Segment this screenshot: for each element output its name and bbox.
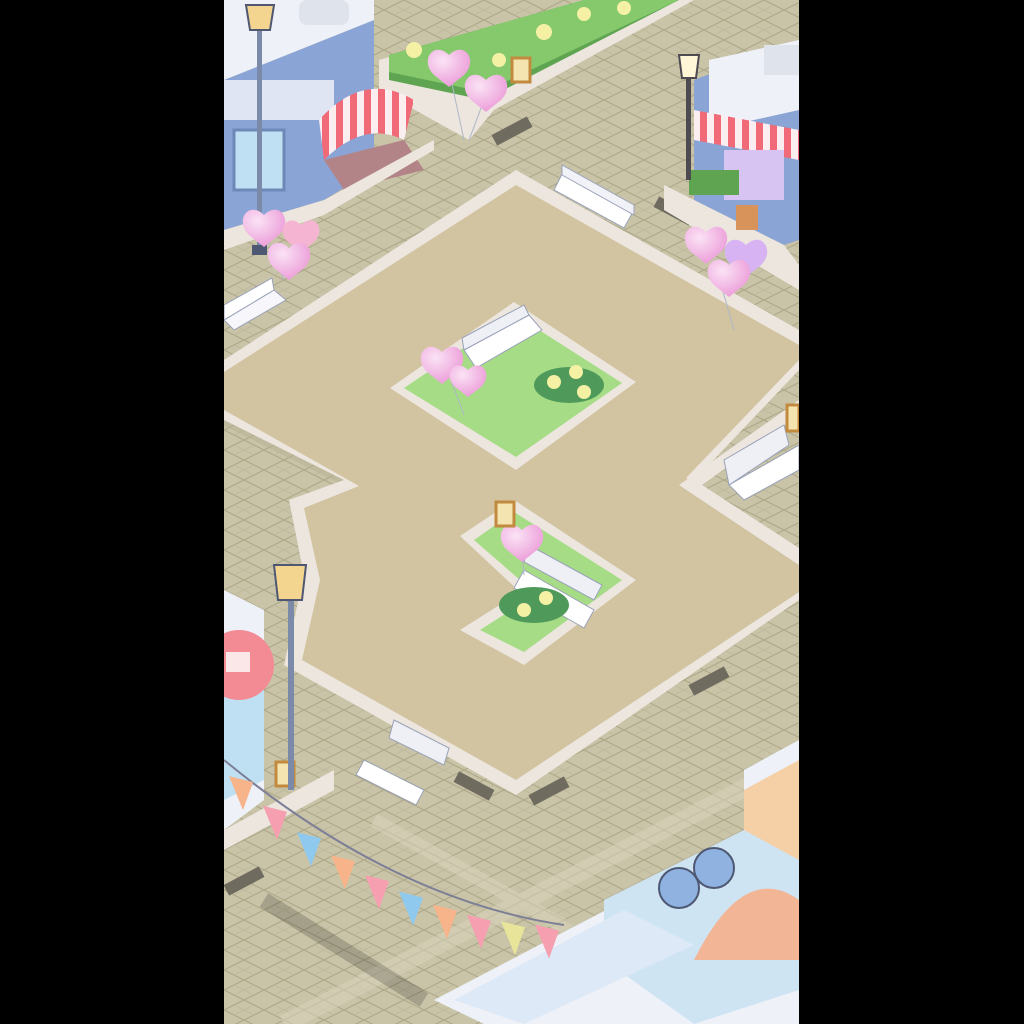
signboard-icon (494, 500, 516, 528)
rooftop-tank-icon (299, 0, 349, 25)
roof-fan-icon (658, 867, 700, 909)
letterbox-right (799, 0, 1024, 1024)
game-viewport[interactable] (224, 0, 799, 1024)
signboard-icon (785, 403, 799, 433)
ac-unit-icon (764, 45, 799, 75)
signboard-icon (510, 56, 532, 84)
flower-bed-lower (499, 587, 569, 623)
letterbox-left (0, 0, 224, 1024)
town-plaza-scene[interactable] (224, 0, 799, 1024)
roof-fan-icon (693, 847, 735, 889)
menu-signboard-icon (736, 205, 758, 230)
